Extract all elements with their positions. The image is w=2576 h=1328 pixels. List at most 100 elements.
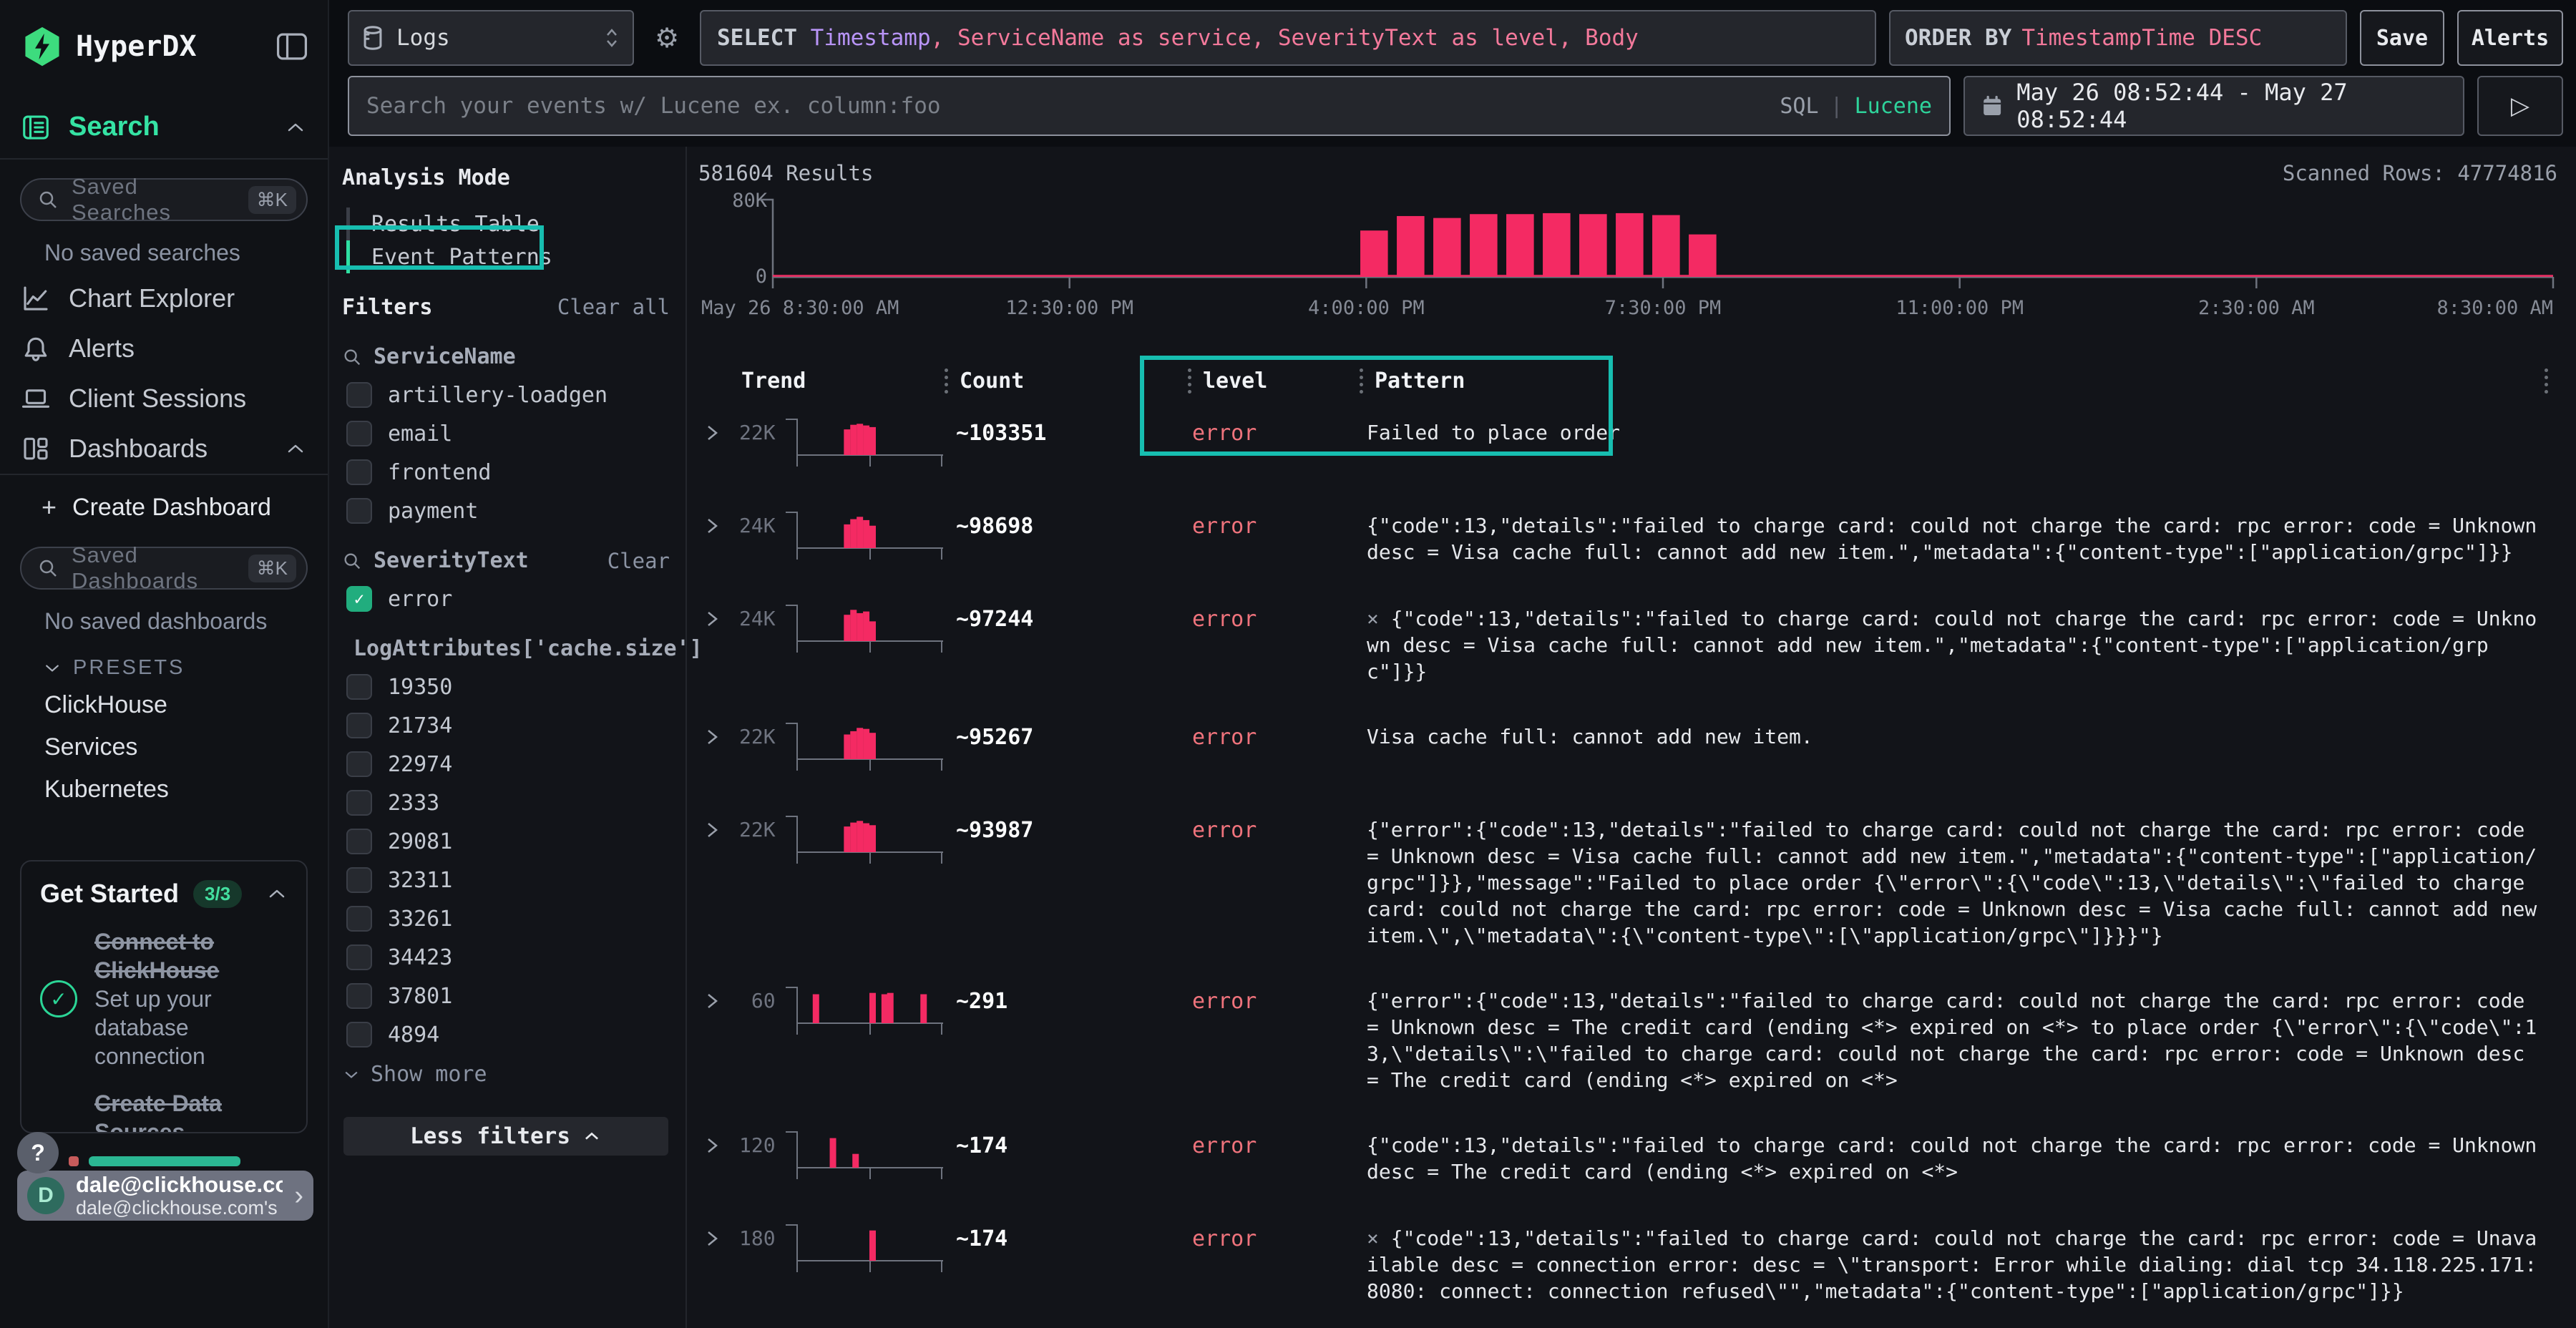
tab-event-patterns[interactable]: Event Patterns xyxy=(346,240,670,273)
expand-row-button[interactable] xyxy=(698,505,730,537)
sidebar-item-dashboards[interactable]: Dashboards xyxy=(0,424,328,474)
user-menu[interactable]: D dale@clickhouse.com dale@clickhouse.co… xyxy=(17,1171,313,1221)
date-range-picker[interactable]: May 26 08:52:44 - May 27 08:52:44 xyxy=(1963,76,2464,136)
drag-handle-icon[interactable] xyxy=(2545,368,2548,394)
pattern-row[interactable]: 22K~95267errorVisa cache full: cannot ad… xyxy=(698,716,2576,778)
pattern-cell[interactable]: Visa cache full: cannot add new item. xyxy=(1360,716,2545,750)
run-query-button[interactable]: ▷ xyxy=(2477,76,2563,136)
checkbox[interactable] xyxy=(346,674,372,700)
filter-option[interactable]: ✓error xyxy=(342,586,670,612)
presets-toggle[interactable]: PRESETS xyxy=(0,642,328,684)
lucene-mode-toggle[interactable]: Lucene xyxy=(1855,94,1932,119)
column-header-trend[interactable]: Trend xyxy=(730,368,945,394)
chevron-up-icon[interactable] xyxy=(266,887,288,901)
sidebar-item-search[interactable]: Search xyxy=(0,102,328,158)
select-query-input[interactable]: SELECT Timestamp, ServiceName as service… xyxy=(700,10,1876,66)
save-button[interactable]: Save xyxy=(2360,10,2444,66)
collapse-sidebar-icon[interactable] xyxy=(276,32,308,61)
get-started-item[interactable]: ✓ Connect to ClickHouse Set up your data… xyxy=(40,927,288,1070)
tab-results-table[interactable]: Results Table xyxy=(346,208,670,240)
pattern-cell[interactable]: × {"code":13,"details":"failed to charge… xyxy=(1360,598,2545,685)
get-started-item[interactable]: ✓ Create Data Sources Configure where yo… xyxy=(40,1089,288,1133)
sidebar-item-chart-explorer[interactable]: Chart Explorer xyxy=(0,273,328,323)
saved-dashboards-input[interactable]: Saved Dashboards ⌘K xyxy=(20,547,308,590)
checkbox[interactable] xyxy=(346,867,372,893)
expand-row-button[interactable] xyxy=(698,1218,730,1249)
expand-row-button[interactable] xyxy=(698,412,730,444)
sql-mode-toggle[interactable]: SQL xyxy=(1780,94,1818,119)
filter-option[interactable]: email xyxy=(342,421,670,446)
expand-row-button[interactable] xyxy=(698,1125,730,1156)
checkbox[interactable] xyxy=(346,421,372,446)
filter-option[interactable]: 4894 xyxy=(342,1022,670,1048)
filter-option[interactable]: 34423 xyxy=(342,944,670,970)
show-more-button[interactable]: Show more xyxy=(342,1062,670,1087)
filter-option[interactable]: 22974 xyxy=(342,751,670,777)
clear-all-filters-button[interactable]: Clear all xyxy=(557,295,670,319)
results-histogram[interactable]: 80K0May 26 8:30:00 AM12:30:00 PM4:00:00 … xyxy=(698,185,2559,321)
sidebar-item-client-sessions[interactable]: Client Sessions xyxy=(0,374,328,424)
pattern-row[interactable]: 22K~93987error{"error":{"code":13,"detai… xyxy=(698,809,2576,949)
pattern-row[interactable]: 120~174error{"code":13,"details":"failed… xyxy=(698,1125,2576,1186)
source-select[interactable]: Logs xyxy=(348,10,634,66)
preset-services[interactable]: Services xyxy=(0,726,328,768)
expand-row-button[interactable] xyxy=(698,980,730,1012)
checkbox[interactable] xyxy=(346,713,372,738)
filter-option[interactable]: 19350 xyxy=(342,674,670,700)
checkbox[interactable] xyxy=(346,790,372,816)
checkbox[interactable] xyxy=(346,751,372,777)
checkbox[interactable] xyxy=(346,983,372,1009)
create-dashboard-button[interactable]: + Create Dashboard xyxy=(0,475,328,528)
pattern-row[interactable]: 60~291error{"error":{"code":13,"details"… xyxy=(698,980,2576,1093)
chevron-up-icon[interactable] xyxy=(285,120,306,135)
pattern-cell[interactable]: {"code":13,"details":"failed to charge c… xyxy=(1360,1125,2545,1185)
help-button[interactable]: ? xyxy=(17,1132,59,1173)
filter-clear-button[interactable]: Clear xyxy=(608,549,670,573)
filter-option[interactable]: 29081 xyxy=(342,829,670,854)
pattern-cell[interactable]: Failed to place order xyxy=(1360,412,2545,446)
filter-option[interactable]: 2333 xyxy=(342,790,670,816)
filter-option[interactable]: frontend xyxy=(342,459,670,485)
column-header-pattern[interactable]: Pattern xyxy=(1360,368,2545,394)
pattern-row[interactable]: 22K~103351errorFailed to place order xyxy=(698,412,2576,474)
pattern-row[interactable]: 24K~97244error× {"code":13,"details":"fa… xyxy=(698,598,2576,685)
filter-option[interactable]: 33261 xyxy=(342,906,670,932)
pattern-cell[interactable]: × {"code":13,"details":"failed to charge… xyxy=(1360,1218,2545,1304)
pattern-row[interactable]: 180~174error× {"code":13,"details":"fail… xyxy=(698,1218,2576,1304)
expand-row-button[interactable] xyxy=(698,598,730,630)
pattern-row[interactable]: 24K~98698error{"code":13,"details":"fail… xyxy=(698,505,2576,567)
filter-option[interactable]: payment xyxy=(342,498,670,524)
preset-clickhouse[interactable]: ClickHouse xyxy=(0,684,328,726)
filter-option[interactable]: 32311 xyxy=(342,867,670,893)
event-search-input[interactable]: Search your events w/ Lucene ex. column:… xyxy=(348,76,1951,136)
drag-handle-icon[interactable] xyxy=(1188,368,1191,394)
expand-row-button[interactable] xyxy=(698,716,730,748)
pattern-cell[interactable]: {"error":{"code":13,"details":"failed to… xyxy=(1360,809,2545,949)
drag-handle-icon[interactable] xyxy=(945,368,948,394)
less-filters-button[interactable]: Less filters xyxy=(343,1117,668,1156)
checkbox[interactable] xyxy=(346,829,372,854)
sidebar-item-alerts[interactable]: Alerts xyxy=(0,323,328,374)
pattern-cell[interactable]: {"code":13,"details":"failed to charge c… xyxy=(1360,505,2545,565)
column-header-count[interactable]: Count xyxy=(945,368,1181,394)
column-header-level[interactable]: level xyxy=(1181,368,1360,394)
drag-handle-icon[interactable] xyxy=(1360,368,1363,394)
order-by-input[interactable]: ORDER BY TimestampTime DESC xyxy=(1889,10,2347,66)
alerts-button[interactable]: Alerts xyxy=(2457,10,2563,66)
checkbox[interactable]: ✓ xyxy=(346,586,372,612)
chevron-up-icon[interactable] xyxy=(285,441,306,456)
checkbox[interactable] xyxy=(346,944,372,970)
source-settings-button[interactable]: ⚙ xyxy=(647,10,687,66)
checkbox[interactable] xyxy=(346,459,372,485)
filter-option[interactable]: 21734 xyxy=(342,713,670,738)
checkbox[interactable] xyxy=(346,498,372,524)
pattern-cell[interactable]: {"error":{"code":13,"details":"failed to… xyxy=(1360,980,2545,1093)
table-options[interactable] xyxy=(2545,368,2576,394)
filter-option[interactable]: artillery-loadgen xyxy=(342,382,670,408)
checkbox[interactable] xyxy=(346,382,372,408)
saved-searches-input[interactable]: Saved Searches ⌘K xyxy=(20,178,308,221)
checkbox[interactable] xyxy=(346,1022,372,1048)
preset-kubernetes[interactable]: Kubernetes xyxy=(0,768,328,811)
expand-row-button[interactable] xyxy=(698,809,730,841)
checkbox[interactable] xyxy=(346,906,372,932)
